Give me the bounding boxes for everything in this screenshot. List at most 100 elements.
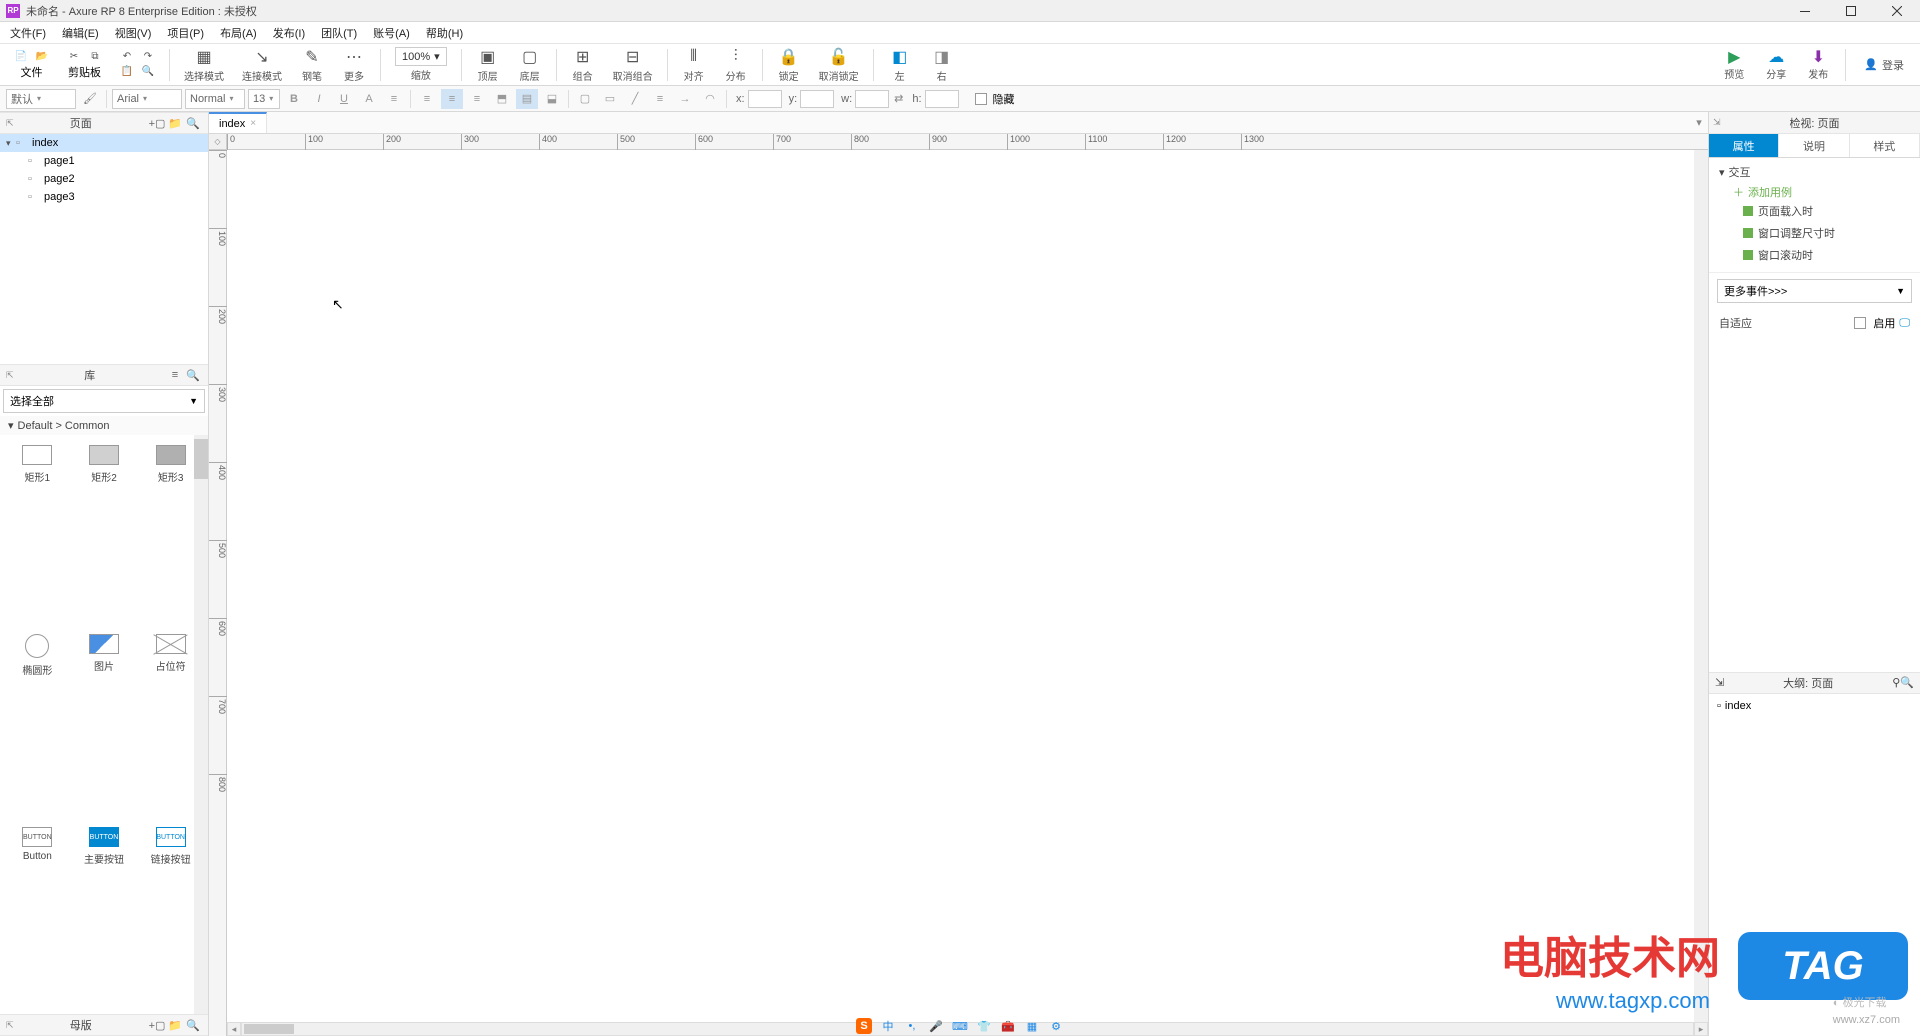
tabs-dropdown[interactable]: ▾ [1690,112,1708,133]
library-selector[interactable]: 选择全部 ▼ [3,389,205,413]
style-combo[interactable]: 默认 ▾ [6,89,76,109]
add-page-button[interactable]: +▢ [148,114,166,132]
font-family-combo[interactable]: Arial ▾ [112,89,182,109]
event-window-scroll[interactable]: 窗口滚动时 [1743,244,1910,266]
search-pages-button[interactable]: 🔍 [184,114,202,132]
tab-index[interactable]: index × [209,112,267,133]
menu-project[interactable]: 项目(P) [159,22,212,43]
add-master-folder-button[interactable]: 📁 [166,1016,184,1034]
valign-middle-button[interactable]: ▤ [516,89,538,109]
scroll-thumb[interactable] [244,1024,294,1034]
find-icon[interactable]: 🔍 [139,65,157,79]
event-page-load[interactable]: 页面载入时 [1743,200,1910,222]
widget-primary-button[interactable]: BUTTON主要按钮 [73,823,136,1008]
dock-left-button[interactable]: ◧ 左 [880,46,920,83]
x-input[interactable] [748,90,782,108]
event-window-resize[interactable]: 窗口调整尺寸时 [1743,222,1910,244]
menu-file[interactable]: 文件(F) [2,22,54,43]
adaptive-settings-icon[interactable]: 🖵 [1899,317,1910,330]
widget-rectangle1[interactable]: 矩形1 [6,441,69,626]
filter-outline-button[interactable]: ⚲ [1892,676,1900,689]
search-outline-button[interactable]: 🔍 [1900,676,1914,689]
menu-help[interactable]: 帮助(H) [418,22,471,43]
distribute-button[interactable]: ⫶ 分布 [716,46,756,83]
corner-radius-button[interactable]: ◠ [699,89,721,109]
tab-notes[interactable]: 说明 [1779,134,1849,157]
bullet-button[interactable]: ≡ [383,89,405,109]
widget-ellipse[interactable]: 椭圆形 [6,630,69,819]
menu-layout[interactable]: 布局(A) [212,22,265,43]
vertical-ruler[interactable]: 0100200300400500600700800 [209,150,227,1036]
widget-image[interactable]: 图片 [73,630,136,819]
ime-settings-icon[interactable]: ⚙ [1048,1018,1064,1034]
horizontal-ruler[interactable]: 0100200300400500600700800900100011001200… [227,134,1708,150]
widget-placeholder[interactable]: 占位符 [139,630,202,819]
menu-account[interactable]: 账号(A) [365,22,418,43]
unlock-button[interactable]: 🔓 取消锁定 [811,46,867,83]
align-button[interactable]: ⫴ 对齐 [674,46,714,83]
line-color-button[interactable]: ▭ [599,89,621,109]
tab-close-icon[interactable]: × [250,118,256,129]
format-painter-button[interactable]: 🖌 [79,89,101,109]
tab-properties[interactable]: 属性 [1709,134,1779,157]
pen-button[interactable]: ✎ 钢笔 [292,46,332,83]
fill-color-button[interactable]: ▢ [574,89,596,109]
menu-team[interactable]: 团队(T) [313,22,365,43]
ruler-origin[interactable]: ◇ [209,134,227,150]
bring-front-button[interactable]: ▣ 顶层 [468,46,508,83]
login-button[interactable]: 👤 登录 [1854,57,1914,73]
line-width-button[interactable]: ≡ [649,89,671,109]
page-child[interactable]: ▫ page2 [0,170,208,188]
widget-rectangle3[interactable]: 矩形3 [139,441,202,626]
italic-button[interactable]: I [308,89,330,109]
more-button[interactable]: ⋯ 更多 [334,46,374,83]
send-back-button[interactable]: ▢ 底层 [510,46,550,83]
widget-button[interactable]: BUTTONButton [6,823,69,1008]
line-style-button[interactable]: ╱ [624,89,646,109]
align-center-button[interactable]: ≡ [441,89,463,109]
search-master-button[interactable]: 🔍 [184,1016,202,1034]
library-menu-button[interactable]: ≡ [166,366,184,384]
menu-view[interactable]: 视图(V) [107,22,160,43]
redo-icon[interactable]: ↷ [139,50,157,64]
group-button[interactable]: ⊞ 组合 [563,46,603,83]
collapse-icon[interactable]: ⇲ [1713,117,1721,128]
paste-icon[interactable]: 📋 [118,65,136,79]
connect-mode-button[interactable]: ↘ 连接模式 [234,46,290,83]
minimize-button[interactable] [1782,0,1828,22]
preview-button[interactable]: ▶ 预览 [1715,48,1753,81]
collapse-icon[interactable]: ⇱ [6,370,14,381]
font-color-button[interactable]: A [358,89,380,109]
collapse-icon[interactable]: ⇲ [1715,676,1724,689]
ime-toolbox-icon[interactable]: 🧰 [1000,1018,1016,1034]
page-root[interactable]: ▾ ▫ index [0,134,208,152]
menu-publish[interactable]: 发布(I) [265,22,313,43]
hidden-checkbox[interactable] [975,93,987,105]
page-child[interactable]: ▫ page1 [0,152,208,170]
maximize-button[interactable] [1828,0,1874,22]
w-input[interactable] [855,90,889,108]
ime-grid-icon[interactable]: ▦ [1024,1018,1040,1034]
menu-edit[interactable]: 编辑(E) [54,22,107,43]
search-library-button[interactable]: 🔍 [184,366,202,384]
expand-icon[interactable]: ▾ [1719,166,1725,179]
page-child[interactable]: ▫ page3 [0,188,208,206]
vertical-scrollbar[interactable] [1694,150,1708,1022]
ime-lang-icon[interactable]: 中 [880,1018,896,1034]
library-category[interactable]: ▾ Default > Common [0,416,208,435]
ime-punct-icon[interactable]: •, [904,1018,920,1034]
y-input[interactable] [800,90,834,108]
more-events-combo[interactable]: 更多事件>>> ▼ [1717,279,1912,303]
close-button[interactable] [1874,0,1920,22]
open-file-icon[interactable]: 📂 [33,49,51,63]
h-input[interactable] [925,90,959,108]
cut-icon[interactable]: ✂ [65,49,83,63]
ime-keyboard-icon[interactable]: ⌨ [952,1018,968,1034]
align-left-button[interactable]: ≡ [416,89,438,109]
font-size-combo[interactable]: 13 ▾ [248,89,280,109]
scroll-right-icon[interactable]: ▸ [1694,1022,1708,1036]
lock-button[interactable]: 🔒 锁定 [769,46,809,83]
zoom-combo[interactable]: 100% ▾ [395,47,447,66]
expand-icon[interactable]: ▾ [6,138,16,149]
select-mode-button[interactable]: ▦ 选择模式 [176,46,232,83]
